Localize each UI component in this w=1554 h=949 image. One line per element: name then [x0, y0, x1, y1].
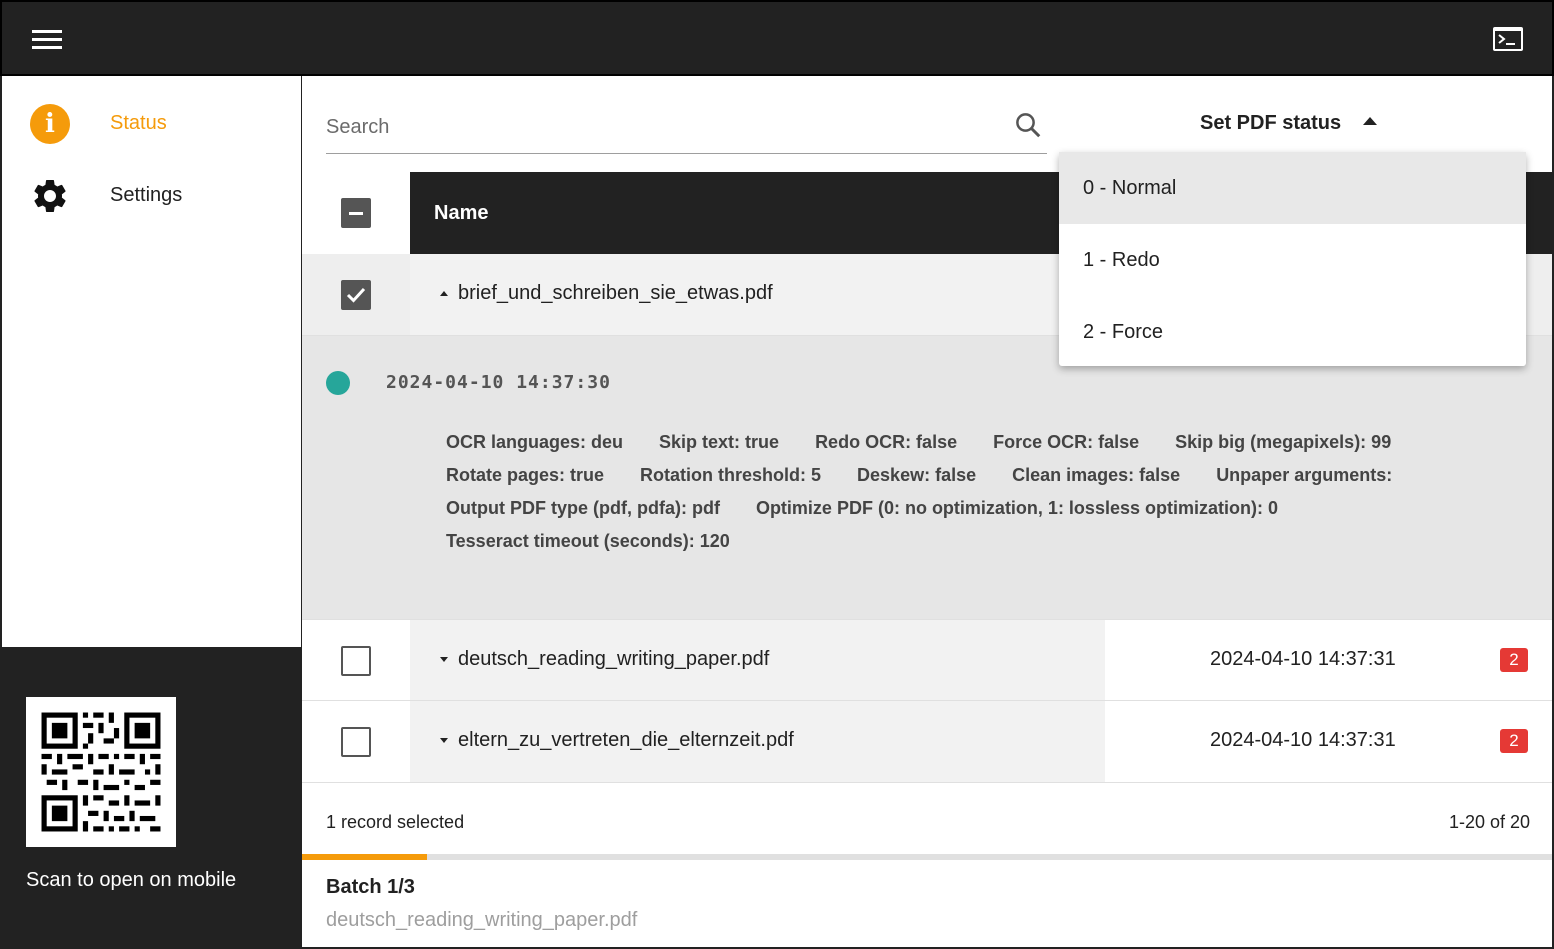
param: Rotate pages: true — [446, 465, 605, 485]
qr-caption: Scan to open on mobile — [26, 869, 237, 891]
sidebar: i Status Settings — [2, 76, 301, 647]
row-name-cell[interactable]: deutsch_reading_writing_paper.pdf — [410, 620, 1105, 700]
status-dot — [326, 371, 350, 395]
select-all-cell — [302, 172, 410, 254]
param: Optimize PDF (0: no optimization, 1: los… — [755, 498, 1278, 518]
top-bar — [0, 0, 1554, 76]
search-icon[interactable] — [1013, 110, 1043, 140]
dropdown-option-normal[interactable]: 0 - Normal — [1059, 152, 1526, 224]
row-name-cell[interactable]: eltern_zu_vertreten_die_elternzeit.pdf — [410, 701, 1105, 782]
batch-current-file: deutsch_reading_writing_paper.pdf — [326, 909, 638, 931]
select-all-checkbox[interactable] — [341, 198, 371, 228]
file-name: brief_und_schreiben_sie_etwas.pdf — [458, 282, 773, 304]
param: Redo OCR: false — [815, 432, 958, 452]
set-pdf-status-button[interactable]: Set PDF status — [1200, 112, 1378, 135]
file-name: eltern_zu_vertreten_die_elternzeit.pdf — [458, 729, 794, 751]
row-date: 2024-04-10 14:37:31 — [1210, 729, 1396, 751]
ocr-parameters: OCR languages: deu Skip text: true Redo OC… — [446, 426, 1446, 558]
sidebar-item-settings[interactable]: Settings — [2, 166, 301, 226]
row-date: 2024-04-10 14:37:31 — [1210, 648, 1396, 670]
caret-up-icon — [1363, 117, 1378, 125]
param: Skip text: true — [659, 432, 780, 452]
sidebar-qr-panel: Scan to open on mobile — [2, 647, 301, 947]
param: Skip big (megapixels): 99 — [1175, 432, 1392, 452]
param: Deskew: false — [857, 465, 977, 485]
row-checkbox-cell — [302, 701, 410, 782]
param: Rotation threshold: 5 — [640, 465, 822, 485]
batch-progress-fill — [302, 854, 427, 860]
dropdown-option-redo[interactable]: 1 - Redo — [1059, 224, 1526, 296]
dropdown-option-force[interactable]: 2 - Force — [1059, 296, 1526, 368]
table-footer: 1 record selected 1-20 of 20 — [302, 780, 1552, 856]
selection-count: 1 record selected — [326, 812, 465, 832]
sidebar-item-label: Settings — [110, 184, 183, 206]
collapse-caret-icon[interactable] — [440, 291, 448, 296]
param: OCR languages: deu — [446, 432, 624, 452]
row-checkbox-cell — [302, 254, 410, 335]
detail-timestamp: 2024-04-10 14:37:30 — [386, 372, 611, 393]
hamburger-menu-icon[interactable] — [32, 30, 62, 50]
row-checkbox[interactable] — [341, 280, 371, 310]
info-icon: i — [30, 104, 70, 144]
pagination-info: 1-20 of 20 — [1448, 812, 1530, 832]
row-name-cell[interactable]: brief_und_schreiben_sie_etwas.pdf — [410, 254, 1105, 335]
search-input[interactable] — [326, 112, 1006, 142]
sidebar-item-status[interactable]: i Status — [2, 94, 301, 154]
expand-caret-icon[interactable] — [440, 657, 448, 662]
gear-icon — [34, 180, 66, 212]
checkmark-icon — [346, 287, 366, 303]
batch-progress-bar — [302, 854, 1552, 860]
param: Output PDF type (pdf, pdfa): pdf — [446, 498, 720, 518]
param: Force OCR: false — [993, 432, 1140, 452]
set-pdf-status-label: Set PDF status — [1200, 112, 1342, 134]
batch-title: Batch 1/3 — [326, 876, 415, 898]
search-bar — [326, 104, 1047, 154]
file-name: deutsch_reading_writing_paper.pdf — [458, 648, 770, 670]
terminal-icon[interactable] — [1492, 26, 1524, 52]
pdf-status-dropdown: 0 - Normal 1 - Redo 2 - Force — [1059, 152, 1526, 366]
status-badge: 2 — [1500, 729, 1528, 753]
row-checkbox-cell — [302, 620, 410, 700]
table-row[interactable]: deutsch_reading_writing_paper.pdf 2024-0… — [302, 619, 1552, 701]
expand-caret-icon[interactable] — [440, 738, 448, 743]
qr-code — [26, 697, 176, 847]
column-header-name[interactable]: Name — [434, 202, 488, 225]
row-detail-panel: 2024-04-10 14:37:30 OCR languages: deu Sk… — [302, 336, 1552, 619]
param: Unpaper arguments: — [1216, 465, 1393, 485]
param: Clean images: false — [1012, 465, 1181, 485]
sidebar-item-label: Status — [110, 112, 167, 134]
status-badge: 2 — [1500, 648, 1528, 672]
table-row[interactable]: eltern_zu_vertreten_die_elternzeit.pdf 2… — [302, 701, 1552, 783]
row-checkbox[interactable] — [341, 646, 371, 676]
row-checkbox[interactable] — [341, 727, 371, 757]
indeterminate-icon — [349, 212, 363, 215]
param: Tesseract timeout (seconds): 120 — [446, 531, 730, 551]
